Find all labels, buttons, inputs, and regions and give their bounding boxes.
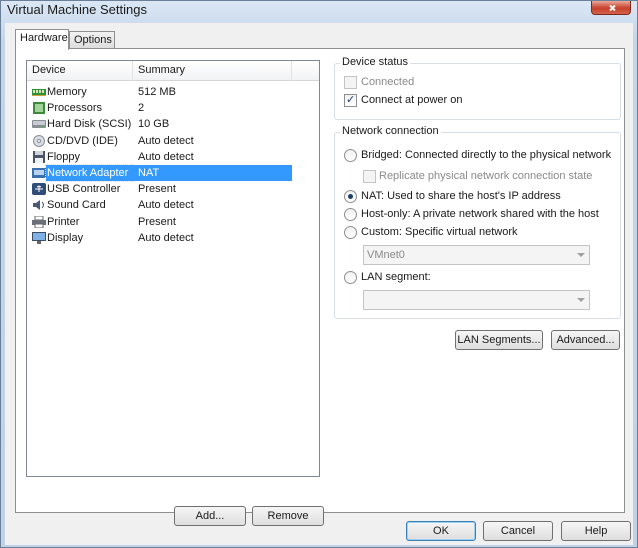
device-name-cell: USB Controller	[47, 183, 121, 196]
device-row[interactable]: Hard Disk (SCSI) 10 GB	[27, 116, 319, 132]
network-connection-legend: Network connection	[340, 125, 441, 137]
device-row[interactable]: Floppy Auto detect	[27, 149, 319, 165]
device-name-cell: Memory	[47, 86, 87, 98]
connected-checkbox[interactable]	[344, 76, 357, 89]
hard-disk-icon	[32, 118, 46, 130]
custom-radio[interactable]	[344, 226, 357, 239]
device-row[interactable]: Display Auto detect	[27, 230, 319, 246]
device-row[interactable]: Network Adapter NAT	[27, 163, 319, 182]
hardware-panel: Device Summary Memory 512 MB Processors 2 Ha…	[15, 48, 625, 526]
device-summary-cell: Present	[138, 215, 176, 228]
device-row[interactable]: Processors 2	[27, 100, 319, 116]
device-name-cell: CD/DVD (IDE)	[47, 134, 118, 147]
device-summary-cell: Present	[138, 183, 176, 196]
bridged-label: Bridged: Connected directly to the physi…	[361, 149, 612, 161]
chevron-down-icon	[577, 298, 585, 302]
device-name-cell: Hard Disk (SCSI)	[47, 118, 132, 131]
device-name-cell: Floppy	[47, 150, 81, 163]
nat-label: NAT: Used to share the host's IP address	[361, 190, 561, 202]
close-icon[interactable]	[591, 1, 631, 15]
cd-dvd-icon	[32, 134, 46, 147]
device-summary-cell: 512 MB	[138, 86, 176, 98]
bridged-radio[interactable]	[344, 149, 357, 162]
connect-at-power-on-checkbox[interactable]	[344, 93, 357, 107]
lan-segment-radio[interactable]	[344, 271, 357, 284]
printer-icon	[32, 215, 46, 228]
replicate-state-label: Replicate physical network connection st…	[379, 170, 593, 182]
sound-card-icon	[32, 199, 46, 211]
custom-network-select[interactable]: VMnet0	[363, 245, 590, 265]
device-rows: Memory 512 MB Processors 2 Hard Disk (SCSI) 1…	[27, 84, 319, 246]
nat-radio[interactable]	[344, 190, 357, 203]
lan-segment-select[interactable]	[363, 290, 590, 310]
device-name-cell: Network Adapter	[45, 163, 134, 182]
help-button[interactable]: Help	[561, 521, 631, 541]
device-row[interactable]: Sound Card Auto detect	[27, 197, 319, 213]
network-adapter-icon	[32, 167, 46, 179]
column-header-spacer	[292, 61, 319, 81]
device-row[interactable]: Printer Present	[27, 214, 319, 230]
host-only-radio[interactable]	[344, 208, 357, 221]
add-device-button[interactable]: Add...	[174, 506, 246, 526]
device-summary-cell: Auto detect	[138, 134, 194, 147]
custom-label: Custom: Specific virtual network	[361, 226, 518, 238]
device-row[interactable]: CD/DVD (IDE) Auto detect	[27, 133, 319, 149]
dialog-body: Hardware Options Device Summary Memory 51…	[5, 23, 633, 545]
device-summary-cell: Auto detect	[138, 231, 194, 244]
device-summary-cell: 2	[138, 102, 145, 115]
window-title: Virtual Machine Settings	[7, 2, 147, 17]
device-name-cell: Printer	[47, 215, 80, 228]
host-only-label: Host-only: A private network shared with…	[361, 208, 599, 220]
processor-icon	[32, 102, 46, 115]
connect-at-power-on-label: Connect at power on	[361, 94, 463, 106]
device-name-cell: Processors	[47, 102, 103, 115]
lan-segment-label: LAN segment:	[361, 271, 431, 283]
ok-button[interactable]: OK	[406, 521, 476, 541]
device-row[interactable]: Memory 512 MB	[27, 84, 319, 100]
column-header-device[interactable]: Device	[27, 61, 133, 81]
column-header-summary[interactable]: Summary	[133, 61, 292, 81]
device-name-cell: Sound Card	[47, 199, 106, 212]
dialog-window: Virtual Machine Settings Hardware Option…	[0, 0, 638, 548]
network-connection-group: Network connection Bridged: Connected di…	[334, 125, 621, 319]
lan-segments-button[interactable]: LAN Segments...	[455, 330, 543, 350]
device-list[interactable]: Device Summary Memory 512 MB Processors 2 Ha…	[26, 60, 320, 477]
advanced-button[interactable]: Advanced...	[551, 330, 620, 350]
memory-icon	[32, 86, 46, 98]
replicate-state-checkbox[interactable]	[363, 170, 376, 183]
floppy-icon	[32, 150, 46, 163]
connected-label: Connected	[361, 76, 415, 88]
device-summary-cell: NAT	[133, 164, 292, 181]
device-summary-cell: Auto detect	[138, 199, 194, 212]
custom-network-value: VMnet0	[367, 249, 405, 261]
tab-hardware[interactable]: Hardware	[15, 29, 69, 50]
device-status-legend: Device status	[340, 56, 411, 68]
device-summary-cell: 10 GB	[138, 118, 170, 131]
chevron-down-icon	[577, 253, 585, 257]
device-summary-cell: Auto detect	[138, 150, 194, 163]
cancel-button[interactable]: Cancel	[483, 521, 553, 541]
device-name-cell: Display	[47, 231, 84, 244]
display-icon	[32, 231, 46, 244]
list-header: Device Summary	[27, 61, 319, 81]
tab-options[interactable]: Options	[69, 31, 115, 49]
remove-device-button[interactable]: Remove	[252, 506, 324, 526]
device-row[interactable]: USB Controller Present	[27, 181, 319, 197]
usb-icon	[32, 183, 46, 196]
device-status-group: Device status Connected Connect at power…	[334, 56, 621, 120]
title-bar[interactable]: Virtual Machine Settings	[1, 1, 637, 23]
